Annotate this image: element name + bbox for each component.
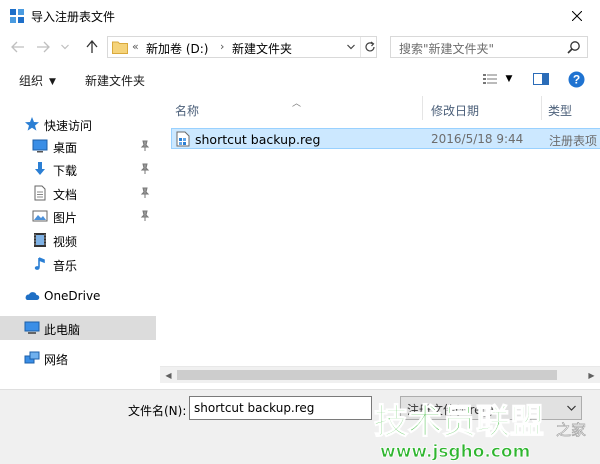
download-icon [35,162,45,175]
column-divider[interactable] [541,96,542,120]
nav-label: 此电脑 [44,323,81,337]
svg-text:?: ? [572,72,579,86]
file-date: 2016/5/18 9:44 [431,132,524,146]
breadcrumb-folder[interactable]: 新建文件夹 [232,40,292,57]
breadcrumb-overflow[interactable]: « [132,40,139,53]
network-icon [24,351,40,364]
title-bar: 导入注册表文件 [0,0,600,31]
arrow-right-icon [37,41,50,53]
nav-label: 下载 [53,164,78,178]
help-icon: ? [568,71,584,87]
address-bar[interactable]: « 新加卷 (D:) › 新建文件夹 [107,36,377,58]
refresh-button[interactable] [360,37,378,57]
pin-icon[interactable] [140,140,150,152]
nav-label: 图片 [53,211,78,225]
close-icon [572,10,582,21]
navigation-bar: « 新加卷 (D:) › 新建文件夹 搜索"新建文件夹" [0,31,600,63]
new-folder-button[interactable]: 新建文件夹 [85,72,145,89]
chevron-down-icon [347,44,355,50]
nav-label: 网络 [44,353,69,367]
column-divider[interactable] [422,96,423,120]
horizontal-scrollbar[interactable]: ◀ ▶ [160,366,600,383]
videos-icon [34,233,46,247]
preview-pane-button[interactable] [531,69,551,89]
organize-label: 组织 [19,74,44,88]
nav-label: 文档 [53,188,78,202]
scroll-left-button[interactable]: ◀ [160,367,177,383]
documents-icon [34,185,46,201]
file-type: 注册表项 [549,134,598,148]
recent-locations-button[interactable] [58,37,72,57]
folder-icon [112,41,128,54]
nav-label: OneDrive [44,289,101,303]
back-button[interactable] [8,37,28,57]
nav-network[interactable]: 网络 [0,347,156,369]
forward-button[interactable] [33,37,53,57]
caret-down-icon: ▼ [49,77,56,87]
filetype-select[interactable]: 注册文件(*.reg) [400,396,582,420]
nav-item-videos[interactable]: 视频 [0,229,156,251]
column-header-type[interactable]: 类型 [548,102,572,119]
scroll-right-button[interactable]: ▶ [583,367,600,383]
column-header-name[interactable]: 名称 [175,102,199,119]
breadcrumb-separator[interactable]: › [220,40,224,53]
music-icon [34,257,45,270]
details-view-icon [482,74,497,84]
file-list: ︿ 名称 修改日期 类型 shortcut backup.reg 2016/5/… [160,96,600,366]
column-header-date[interactable]: 修改日期 [431,102,479,119]
reg-file-icon [176,131,190,147]
nav-onedrive[interactable]: OneDrive [0,285,156,307]
nav-item-documents[interactable]: 文档 [0,182,156,204]
arrow-left-icon [11,41,24,53]
up-button[interactable] [82,37,102,57]
address-dropdown-button[interactable] [344,39,358,55]
nav-label: 快速访问 [44,119,93,133]
organize-menu[interactable]: 组织 ▼ [19,72,56,89]
preview-pane-icon [533,73,549,85]
nav-item-pictures[interactable]: 图片 [0,205,156,227]
pin-icon[interactable] [140,210,150,222]
scrollbar-thumb[interactable] [177,370,557,380]
help-button[interactable]: ? [566,69,586,89]
onedrive-icon [25,292,40,300]
star-icon [25,117,39,131]
desktop-icon [32,139,48,153]
sort-ascending-icon: ︿ [292,99,302,109]
refresh-icon [364,41,375,52]
file-row[interactable]: shortcut backup.reg 2016/5/18 9:44 注册表项 [171,128,600,149]
nav-label: 桌面 [53,141,78,155]
view-options-button[interactable]: ▼ [478,69,516,89]
arrow-up-icon [86,40,98,53]
filetype-dropdown-button[interactable] [561,397,581,419]
breadcrumb-drive[interactable]: 新加卷 (D:) [146,40,208,57]
dialog-footer: 文件名(N): 注册文件(*.reg) [0,389,600,464]
nav-item-desktop[interactable]: 桌面 [0,135,156,157]
chevron-down-icon [566,405,576,411]
nav-this-pc[interactable]: 此电脑 [0,316,156,340]
pin-icon[interactable] [140,187,150,199]
filename-input[interactable] [189,396,372,420]
pin-icon[interactable] [140,163,150,175]
nav-item-downloads[interactable]: 下载 [0,158,156,180]
search-placeholder: 搜索"新建文件夹" [399,42,495,56]
chevron-down-icon [61,44,69,50]
window-title: 导入注册表文件 [31,10,116,24]
pictures-icon [32,210,48,222]
navigation-pane: 快速访问 桌面 下载 文档 图片 视频 音乐 OneDrive 此电脑 网络 [0,96,156,389]
caret-down-icon: ▼ [505,74,513,84]
search-icon [567,41,580,54]
nav-label: 音乐 [53,259,78,273]
search-box[interactable]: 搜索"新建文件夹" [390,36,588,58]
filename-label: 文件名(N): [128,404,187,418]
registry-app-icon [10,9,24,23]
nav-label: 视频 [53,235,78,249]
nav-item-music[interactable]: 音乐 [0,253,156,275]
filetype-value: 注册文件(*.reg) [407,403,494,417]
computer-icon [24,321,40,334]
file-name: shortcut backup.reg [195,132,321,147]
command-bar: 组织 ▼ 新建文件夹 ▼ ? [0,63,600,96]
nav-quick-access[interactable]: 快速访问 [0,113,156,135]
close-button[interactable] [554,0,600,31]
